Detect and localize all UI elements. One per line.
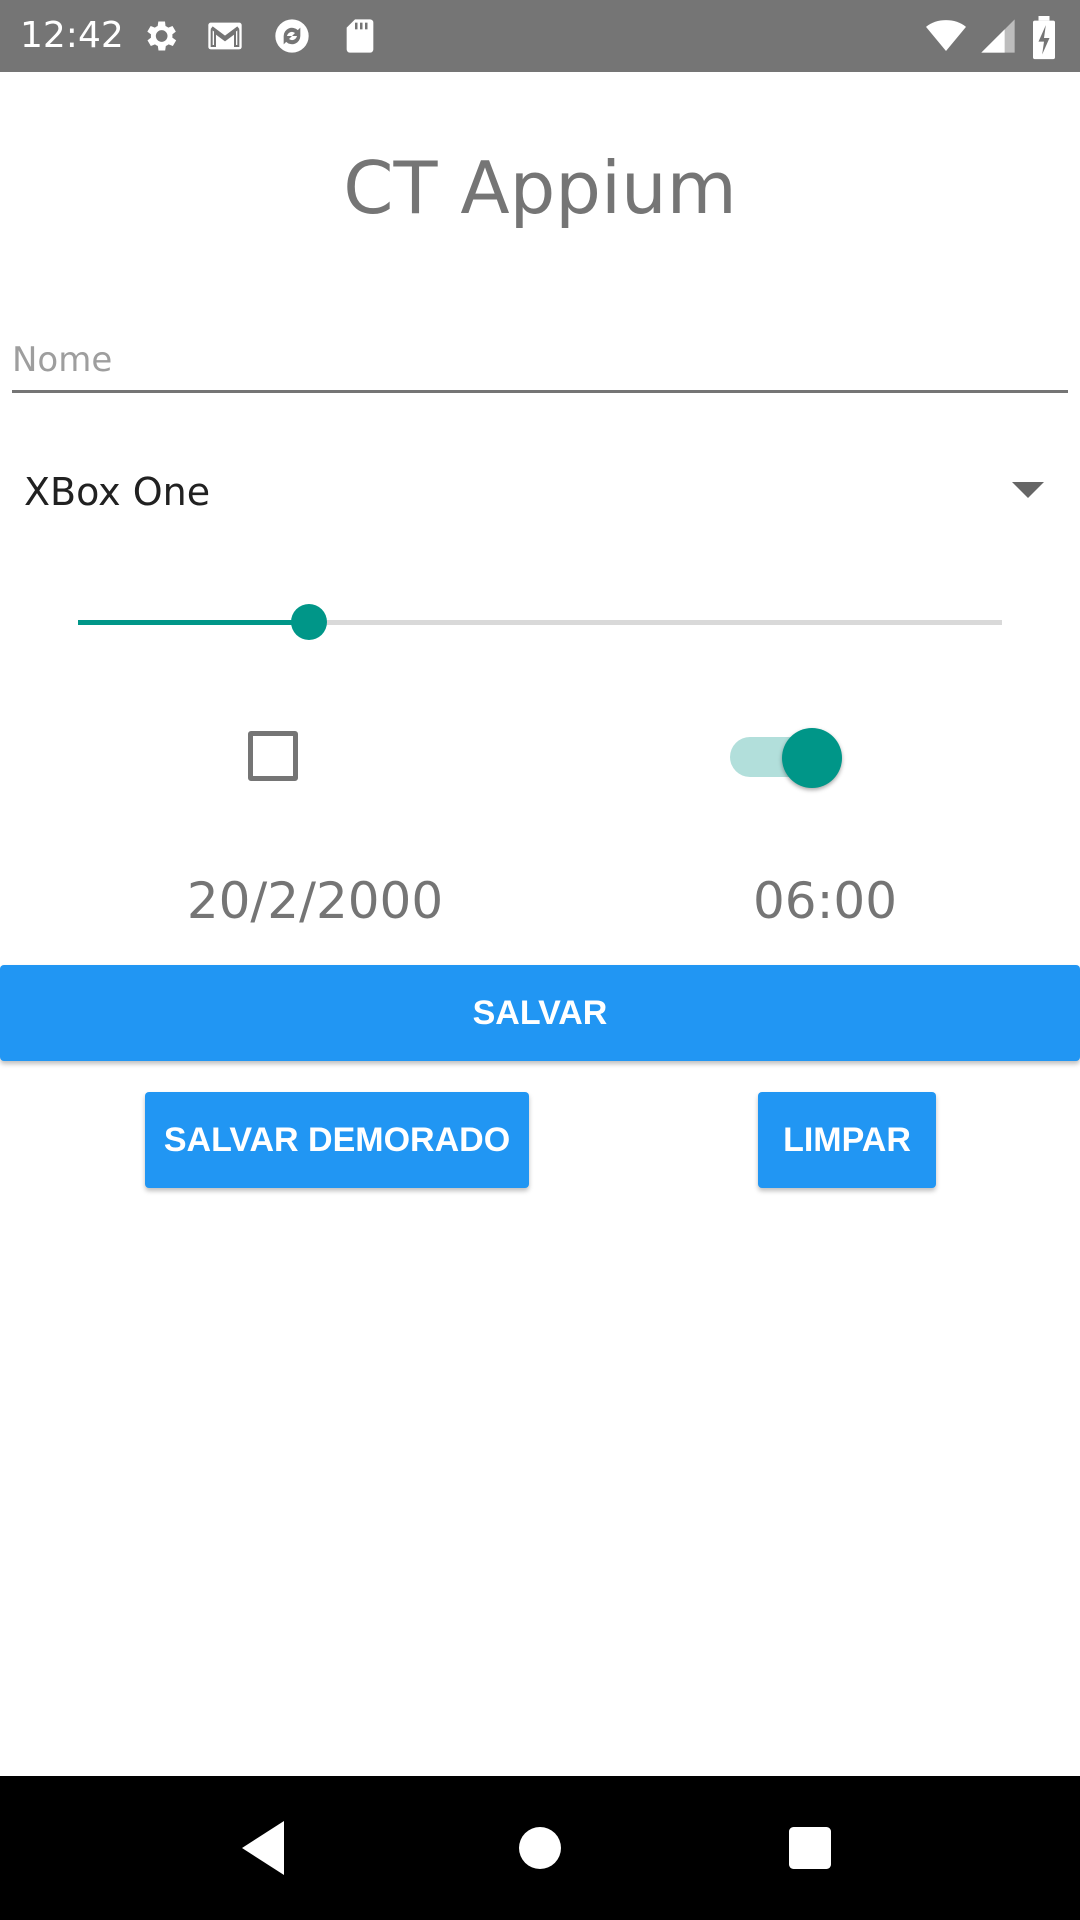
navigation-bar	[0, 1776, 1080, 1920]
dropdown-arrow-icon	[1012, 482, 1044, 498]
checkbox[interactable]	[248, 731, 298, 781]
save-delayed-button[interactable]: SALVAR DEMORADO	[145, 1092, 529, 1188]
cell-signal-icon	[978, 16, 1018, 56]
status-bar: 12:42	[0, 0, 1080, 72]
console-select[interactable]: XBox One	[24, 460, 1044, 524]
status-time: 12:42	[20, 15, 124, 56]
gmail-icon	[205, 16, 245, 56]
switch-thumb	[782, 728, 842, 788]
app-screen: 12:42 CT Appium XBox One	[0, 0, 1080, 1920]
slider-fill	[78, 620, 309, 625]
date-picker-text[interactable]: 20/2/2000	[140, 868, 490, 934]
time-picker-text[interactable]: 06:00	[700, 868, 950, 934]
recents-icon[interactable]	[774, 1812, 846, 1884]
app-title: CT Appium	[343, 146, 737, 230]
toggle-switch[interactable]	[730, 728, 846, 788]
wifi-icon	[922, 16, 970, 56]
save-button[interactable]: SALVAR	[0, 965, 1080, 1061]
seek-slider[interactable]	[78, 600, 1002, 644]
name-input[interactable]	[12, 330, 1068, 393]
sync-app-icon	[272, 16, 312, 56]
home-icon[interactable]	[504, 1812, 576, 1884]
console-select-value: XBox One	[24, 470, 211, 514]
clear-button[interactable]: LIMPAR	[758, 1092, 936, 1188]
slider-thumb[interactable]	[291, 604, 327, 640]
sd-card-icon	[340, 16, 380, 56]
battery-charging-icon	[1030, 16, 1060, 60]
back-icon[interactable]	[230, 1812, 302, 1884]
settings-gear-icon	[140, 16, 180, 56]
